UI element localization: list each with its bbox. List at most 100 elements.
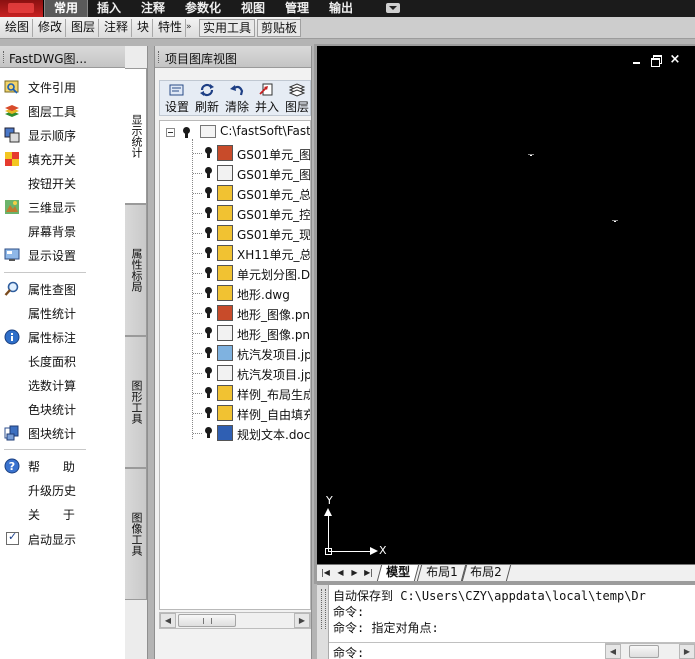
menu-item-display-order[interactable]: 显示顺序 bbox=[0, 124, 125, 146]
command-input[interactable]: 命令: bbox=[333, 644, 364, 659]
settings-button[interactable]: 设置 bbox=[162, 81, 192, 115]
drawing-point[interactable] bbox=[528, 154, 534, 156]
project-library-title-bar[interactable]: 项目图库视图 bbox=[155, 46, 311, 68]
tree-item[interactable]: 杭汽发项目.jpg bbox=[160, 343, 310, 363]
layout-tab-model[interactable]: 模型 bbox=[376, 565, 420, 581]
prev-layout-icon[interactable]: ◀ bbox=[335, 567, 346, 579]
close-icon[interactable]: × bbox=[669, 53, 681, 66]
menu-item-selection-calc[interactable]: 选数计算 bbox=[0, 374, 125, 396]
visibility-bulb-icon[interactable] bbox=[204, 247, 213, 259]
tree-item[interactable]: 地形_图像.png bbox=[160, 303, 310, 323]
restore-icon[interactable] bbox=[650, 55, 662, 67]
scroll-thumb[interactable] bbox=[629, 645, 659, 658]
tree-item[interactable]: GS01单元_图纸 bbox=[160, 163, 310, 183]
scroll-thumb[interactable] bbox=[178, 614, 236, 627]
toolbar-properties[interactable]: 特性 bbox=[155, 19, 187, 37]
toolbar-utilities[interactable]: 实用工具 bbox=[199, 19, 256, 37]
visibility-bulb-icon[interactable] bbox=[204, 187, 213, 199]
menu-item-attribute-stats[interactable]: 属性统计 bbox=[0, 302, 125, 324]
menu-item-show-at-start[interactable]: 启动显示 bbox=[0, 528, 125, 550]
drawing-point[interactable] bbox=[612, 220, 618, 222]
tree-item[interactable]: GS01单元_现状 bbox=[160, 223, 310, 243]
command-horizontal-scrollbar[interactable]: ◀ ▶ bbox=[605, 643, 695, 659]
tree-item[interactable]: 地形_图像.png bbox=[160, 323, 310, 343]
menu-item-3d-view[interactable]: 三维显示 bbox=[0, 196, 125, 218]
application-logo-icon[interactable] bbox=[0, 0, 44, 17]
visibility-bulb-icon[interactable] bbox=[204, 147, 213, 159]
scroll-right-icon[interactable]: ▶ bbox=[679, 644, 695, 659]
vtab-display-stats[interactable]: 显示统计 bbox=[125, 68, 147, 204]
layers-button[interactable]: 图层 bbox=[282, 81, 312, 115]
tree-item[interactable]: 杭汽发项目.jpg bbox=[160, 363, 310, 383]
visibility-bulb-icon[interactable] bbox=[204, 387, 213, 399]
tab-home[interactable]: 常用 bbox=[44, 0, 89, 17]
visibility-bulb-icon[interactable] bbox=[204, 307, 213, 319]
menu-item-block-stats[interactable]: 图块统计 bbox=[0, 422, 125, 444]
vtab-image-tools[interactable]: 图像工具 bbox=[125, 468, 147, 600]
tree-item[interactable]: 样例_布局生成 bbox=[160, 383, 310, 403]
grip-icon[interactable] bbox=[3, 51, 5, 63]
tree-item[interactable]: GS01单元_总图 bbox=[160, 183, 310, 203]
toolbar-modify[interactable]: 修改 bbox=[35, 19, 67, 37]
visibility-bulb-icon[interactable] bbox=[204, 287, 213, 299]
vtab-attribute-layout[interactable]: 属性标局 bbox=[125, 204, 147, 336]
project-file-tree[interactable]: C:\fastSoft\FastD GS01单元_图纸 GS01单元_图纸 GS01… bbox=[159, 120, 311, 610]
tab-view[interactable]: 视图 bbox=[232, 0, 274, 17]
grip-icon[interactable] bbox=[158, 51, 160, 63]
layout-tab-layout1[interactable]: 布局1 bbox=[416, 565, 467, 581]
tab-parametric[interactable]: 参数化 bbox=[176, 0, 230, 17]
tree-item[interactable]: GS01单元_控制 bbox=[160, 203, 310, 223]
visibility-bulb-icon[interactable] bbox=[204, 347, 213, 359]
menu-item-help[interactable]: ? 帮 助 bbox=[0, 455, 125, 477]
toolbar-layer[interactable]: 图层 bbox=[68, 19, 100, 37]
scroll-right-icon[interactable]: ▶ bbox=[294, 613, 310, 628]
tree-horizontal-scrollbar[interactable]: ◀ ▶ bbox=[159, 612, 311, 629]
visibility-bulb-icon[interactable] bbox=[204, 327, 213, 339]
last-layout-icon[interactable]: ▶| bbox=[363, 567, 374, 579]
visibility-bulb-icon[interactable] bbox=[204, 367, 213, 379]
command-window-grip[interactable] bbox=[317, 585, 329, 659]
tree-item[interactable]: 地形.dwg bbox=[160, 283, 310, 303]
tab-output[interactable]: 输出 bbox=[320, 0, 362, 17]
fastdwg-panel-title-bar[interactable]: FastDWG图... bbox=[0, 46, 125, 68]
toolbar-expand-icon[interactable]: » bbox=[186, 22, 192, 32]
menu-item-display-settings[interactable]: 显示设置 bbox=[0, 244, 125, 266]
menu-item-fill-toggle[interactable]: 填充开关 bbox=[0, 148, 125, 170]
tree-item[interactable]: XH11单元_总图 bbox=[160, 243, 310, 263]
first-layout-icon[interactable]: |◀ bbox=[320, 567, 331, 579]
visibility-bulb-icon[interactable] bbox=[204, 227, 213, 239]
menu-item-button-toggle[interactable]: 按钮开关 bbox=[0, 172, 125, 194]
visibility-bulb-icon[interactable] bbox=[204, 167, 213, 179]
tree-item[interactable]: 单元划分图.DWG bbox=[160, 263, 310, 283]
drawing-canvas[interactable]: × Y X bbox=[317, 46, 695, 564]
collapse-icon[interactable] bbox=[166, 128, 175, 137]
toolbar-draw[interactable]: 绘图 bbox=[2, 19, 34, 37]
visibility-bulb-icon[interactable] bbox=[204, 267, 213, 279]
ribbon-dropdown-icon[interactable] bbox=[386, 3, 400, 13]
menu-item-length-area[interactable]: 长度面积 bbox=[0, 350, 125, 372]
scroll-left-icon[interactable]: ◀ bbox=[605, 644, 621, 659]
toolbar-annotate[interactable]: 注释 bbox=[101, 19, 133, 37]
vtab-graphic-tools[interactable]: 图形工具 bbox=[125, 336, 147, 468]
menu-item-color-block-stats[interactable]: 色块统计 bbox=[0, 398, 125, 420]
toolbar-clipboard[interactable]: 剪贴板 bbox=[257, 19, 302, 37]
visibility-bulb-icon[interactable] bbox=[204, 407, 213, 419]
visibility-bulb-icon[interactable] bbox=[182, 127, 191, 139]
tree-item[interactable]: 样例_自由填充 bbox=[160, 403, 310, 423]
tab-manage[interactable]: 管理 bbox=[276, 0, 318, 17]
minimize-icon[interactable] bbox=[631, 55, 643, 65]
refresh-button[interactable]: 刷新 bbox=[192, 81, 222, 115]
tab-annotate[interactable]: 注释 bbox=[132, 0, 174, 17]
merge-button[interactable]: 并入 bbox=[252, 81, 282, 115]
toolbar-block[interactable]: 块 bbox=[134, 19, 154, 37]
tree-root[interactable]: C:\fastSoft\FastD bbox=[160, 123, 310, 143]
menu-item-about[interactable]: 关 于 bbox=[0, 503, 125, 525]
tree-item[interactable]: GS01单元_图纸 bbox=[160, 143, 310, 163]
clear-button[interactable]: 清除 bbox=[222, 81, 252, 115]
tab-insert[interactable]: 插入 bbox=[88, 0, 130, 17]
menu-item-attribute-label[interactable]: 属性标注 bbox=[0, 326, 125, 348]
layout-tab-layout2[interactable]: 布局2 bbox=[460, 565, 511, 581]
visibility-bulb-icon[interactable] bbox=[204, 207, 213, 219]
menu-item-attribute-query[interactable]: 属性查图 bbox=[0, 278, 125, 300]
tree-item[interactable]: 规划文本.doc bbox=[160, 423, 310, 443]
